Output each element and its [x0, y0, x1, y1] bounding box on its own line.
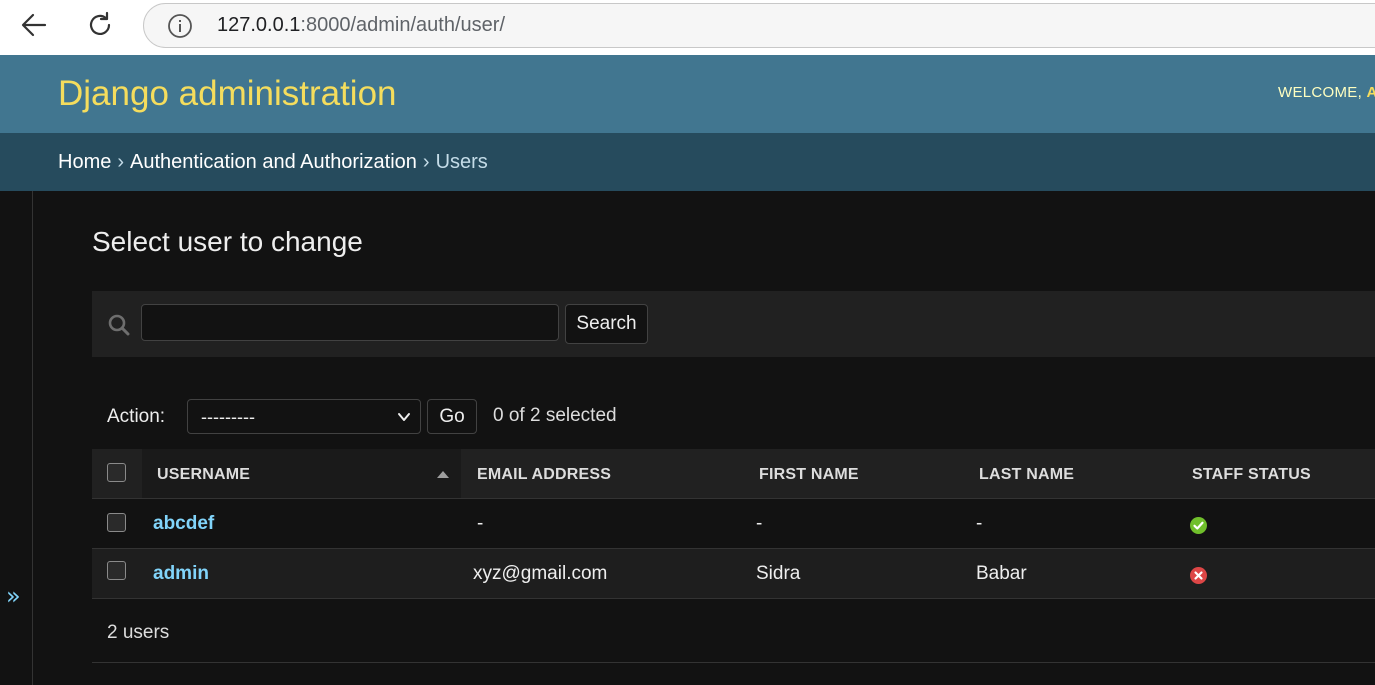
column-header-last-name[interactable]: LAST NAME	[979, 466, 1074, 484]
breadcrumb-separator: ›	[422, 151, 430, 173]
username-link[interactable]: admin	[153, 563, 209, 585]
search-button[interactable]: Search	[565, 304, 648, 344]
user-tools: WELCOME, A	[1278, 84, 1375, 101]
back-button[interactable]	[17, 8, 51, 42]
check-circle-icon	[1190, 517, 1207, 534]
site-title[interactable]: Django administration	[58, 74, 397, 114]
breadcrumb-separator: ›	[117, 151, 125, 173]
first-name-cell: Sidra	[756, 563, 801, 584]
action-select[interactable]: ---------	[187, 399, 421, 434]
column-header-staff-status[interactable]: STAFF STATUS	[1192, 466, 1311, 484]
sidebar-toggle-button[interactable]: »	[6, 582, 21, 610]
url-host: 127.0.0.1	[217, 14, 301, 36]
selected-count: 0 of 2 selected	[493, 405, 617, 426]
x-circle-icon	[1190, 567, 1207, 584]
nav-sidebar	[0, 191, 33, 685]
page-title: Select user to change	[92, 226, 363, 257]
actions-bar: Action: --------- Go 0 of 2 selected	[92, 392, 1375, 442]
action-select-value: ---------	[201, 407, 255, 427]
last-name-cell: Babar	[976, 563, 1027, 584]
welcome-username: A	[1366, 84, 1375, 101]
column-header-email[interactable]: EMAIL ADDRESS	[477, 466, 611, 484]
action-label: Action:	[107, 406, 166, 427]
address-bar[interactable]: 127.0.0.1:8000/admin/auth/user/	[143, 3, 1375, 48]
search-icon	[108, 314, 130, 336]
row-checkbox[interactable]	[107, 513, 126, 532]
username-link[interactable]: abcdef	[153, 513, 214, 535]
search-toolbar: Search	[92, 291, 1375, 357]
search-input[interactable]	[141, 304, 559, 341]
breadcrumb-home-link[interactable]: Home	[58, 151, 111, 173]
result-list-table: USERNAME EMAIL ADDRESS FIRST NAME LAST N…	[92, 449, 1375, 599]
chevron-down-icon	[398, 413, 410, 421]
url-path: :8000/admin/auth/user/	[300, 14, 506, 36]
select-all-checkbox[interactable]	[107, 463, 126, 482]
breadcrumb-app-link[interactable]: Authentication and Authorization	[130, 151, 417, 173]
url-text: 127.0.0.1:8000/admin/auth/user/	[217, 14, 505, 37]
result-count: 2 users	[107, 622, 170, 643]
paginator: 2 users	[92, 600, 1375, 663]
info-icon[interactable]	[167, 13, 193, 39]
column-header-username[interactable]: USERNAME	[157, 466, 250, 484]
go-button[interactable]: Go	[427, 399, 477, 434]
sort-ascending-icon[interactable]	[437, 471, 449, 478]
breadcrumb: Home › Authentication and Authorization › Us…	[0, 133, 1375, 191]
email-cell: -	[477, 513, 484, 534]
email-cell: xyz@gmail.com	[473, 563, 608, 584]
row-checkbox[interactable]	[107, 561, 126, 580]
first-name-cell: -	[756, 513, 763, 534]
browser-toolbar: 127.0.0.1:8000/admin/auth/user/	[0, 0, 1375, 55]
reload-icon	[89, 11, 111, 36]
table-header: USERNAME EMAIL ADDRESS FIRST NAME LAST N…	[92, 449, 1375, 499]
site-header: Django administration WELCOME, A	[0, 55, 1375, 133]
table-row: admin xyz@gmail.com Sidra Babar	[92, 549, 1375, 599]
last-name-cell: -	[976, 513, 983, 534]
table-row: abcdef - - -	[92, 499, 1375, 549]
welcome-text: WELCOME,	[1278, 84, 1363, 101]
breadcrumb-current: Users	[435, 151, 488, 173]
arrow-left-icon	[21, 13, 47, 37]
column-header-first-name[interactable]: FIRST NAME	[759, 466, 859, 484]
reload-button[interactable]	[83, 8, 117, 42]
